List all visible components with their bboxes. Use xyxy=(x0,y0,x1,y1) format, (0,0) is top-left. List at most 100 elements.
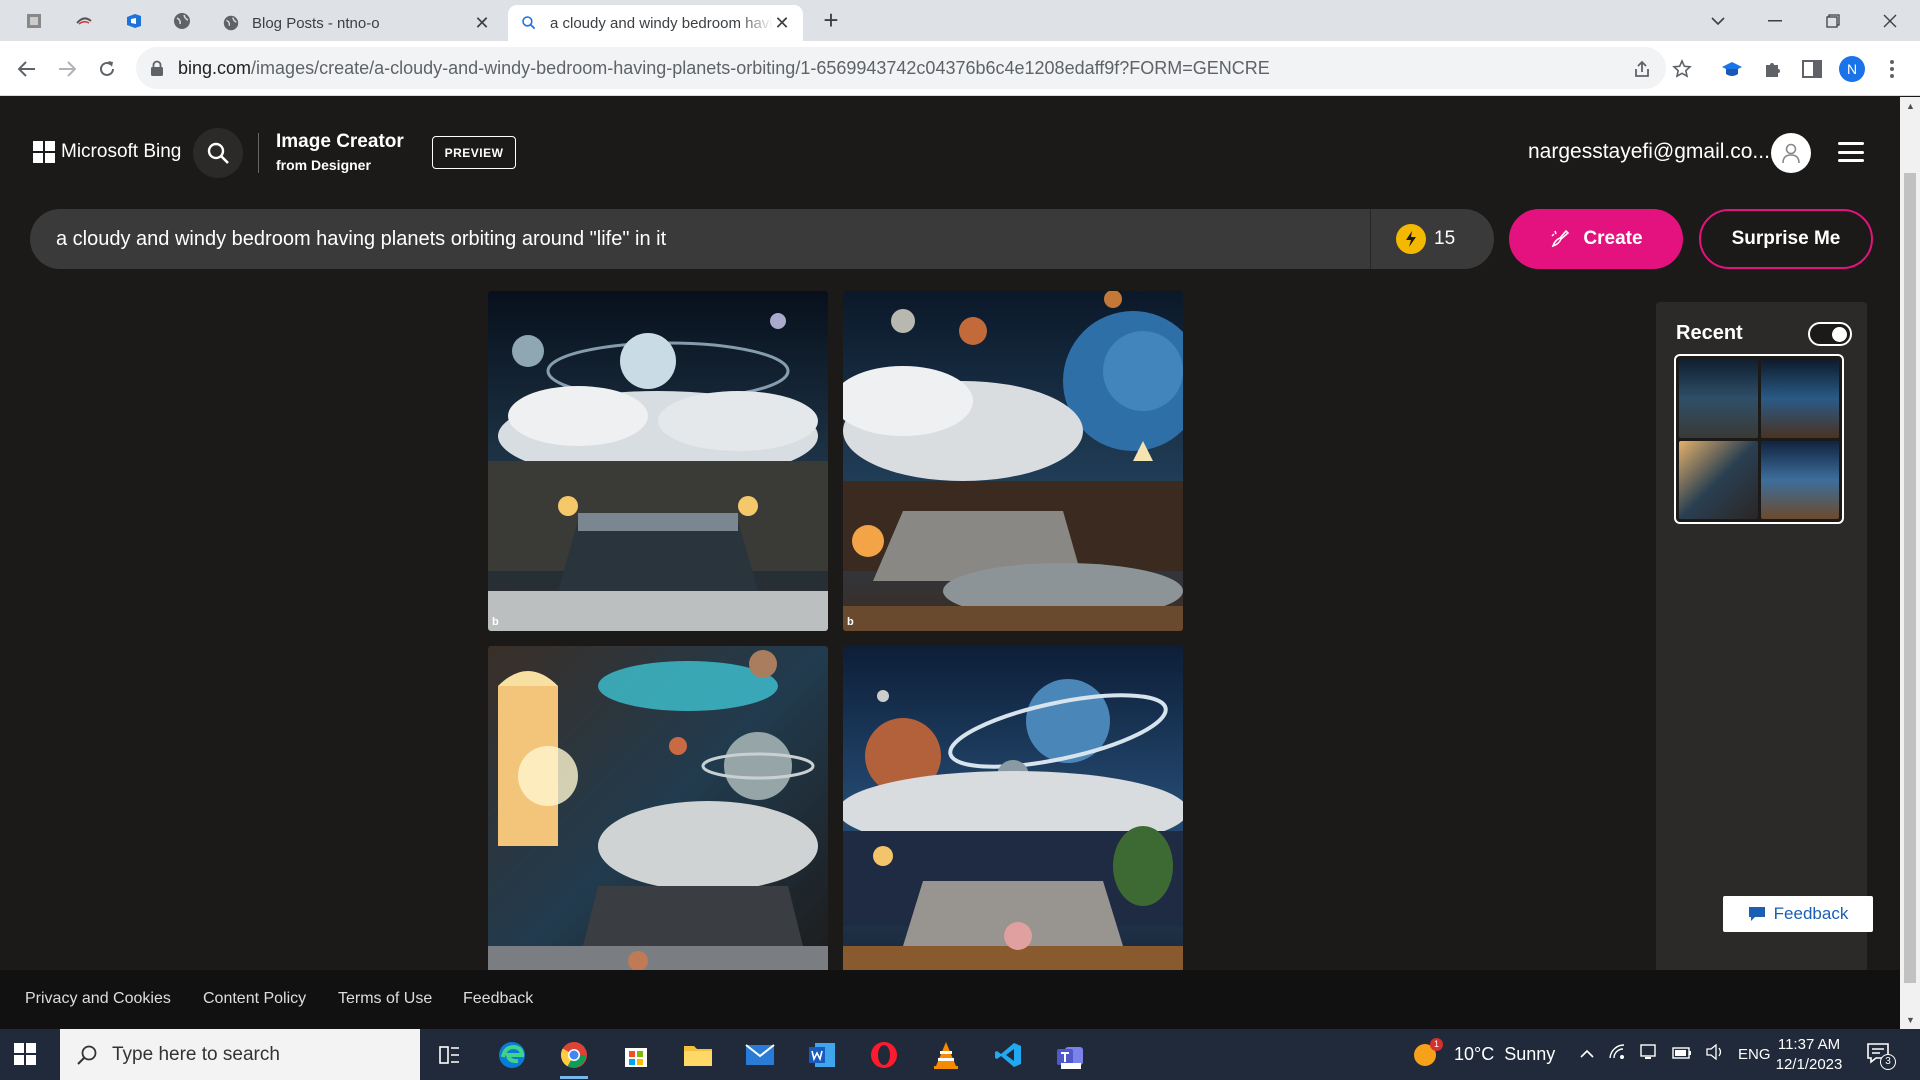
app-icon xyxy=(27,14,41,28)
chevron-up-icon[interactable] xyxy=(1580,1046,1594,1064)
pinned-tab-2[interactable] xyxy=(68,7,100,35)
search-button[interactable] xyxy=(193,128,243,178)
clock[interactable]: 11:37 AM 12/1/2023 xyxy=(1774,1029,1844,1080)
back-button[interactable] xyxy=(13,55,41,83)
tab-blog-posts[interactable]: Blog Posts - ntno-o ✕ xyxy=(210,5,503,41)
file-explorer-icon[interactable] xyxy=(676,1035,720,1075)
tab-title: Blog Posts - ntno-o xyxy=(252,14,380,32)
chat-bubble-icon xyxy=(1748,907,1765,921)
result-image-1[interactable]: b xyxy=(488,291,828,631)
search-icon xyxy=(520,14,538,32)
result-image-4[interactable]: b xyxy=(843,646,1183,986)
volume-icon[interactable] xyxy=(1706,1043,1724,1065)
clock-time: 11:37 AM xyxy=(1777,1035,1841,1053)
thumb-4 xyxy=(1760,440,1839,519)
microsoft-logo-icon[interactable] xyxy=(33,141,55,163)
pinned-tab-4[interactable] xyxy=(166,7,198,35)
boost-count: 15 xyxy=(1434,228,1456,249)
scroll-up-icon[interactable]: ▲ xyxy=(1906,101,1915,111)
prompt-input[interactable]: a cloudy and windy bedroom having planet… xyxy=(30,209,1494,269)
teams-icon[interactable] xyxy=(1048,1035,1092,1075)
create-label: Create xyxy=(1583,228,1643,249)
vscode-icon[interactable] xyxy=(986,1035,1030,1075)
footer-link-terms[interactable]: Terms of Use xyxy=(338,990,432,1008)
notification-count: 3 xyxy=(1880,1053,1896,1070)
watermark: b xyxy=(847,616,854,628)
weather-widget[interactable]: 1 10°C Sunny xyxy=(1412,1029,1555,1080)
clock-date: 12/1/2023 xyxy=(1775,1055,1843,1073)
system-tray: ENG xyxy=(1580,1029,1771,1080)
profile-avatar[interactable]: N xyxy=(1839,56,1865,82)
task-view-icon[interactable] xyxy=(428,1035,472,1075)
thumb-1 xyxy=(1679,359,1758,438)
vlc-icon[interactable] xyxy=(924,1035,968,1075)
footer-link-content-policy[interactable]: Content Policy xyxy=(203,990,306,1008)
opera-icon[interactable] xyxy=(862,1035,906,1075)
windows-start-icon[interactable] xyxy=(14,1043,36,1065)
pinned-tab-1[interactable] xyxy=(18,7,50,35)
taskbar-search[interactable]: Type here to search xyxy=(60,1029,420,1080)
prompt-text[interactable]: a cloudy and windy bedroom having planet… xyxy=(56,209,666,269)
tab-search-icon[interactable] xyxy=(1695,0,1741,41)
forward-button[interactable] xyxy=(53,55,81,83)
mail-icon[interactable] xyxy=(738,1035,782,1075)
weather-temperature: 10°C xyxy=(1454,1044,1495,1064)
close-tab-icon[interactable]: ✕ xyxy=(773,14,791,32)
address-bar[interactable]: bing.com/images/create/a-cloudy-and-wind… xyxy=(136,47,1666,89)
scrollbar-thumb[interactable] xyxy=(1904,173,1916,983)
microsoft-store-icon[interactable] xyxy=(614,1035,658,1075)
thumb-2 xyxy=(1760,359,1839,438)
language-indicator[interactable]: ENG xyxy=(1738,1046,1771,1063)
account-email[interactable]: nargesstayefi@gmail.co... xyxy=(1528,140,1770,164)
pinned-tab-3[interactable] xyxy=(118,7,150,35)
bedroom-window-planets-image xyxy=(488,646,828,986)
azure-devops-icon xyxy=(127,14,141,28)
feedback-button[interactable]: Feedback xyxy=(1723,896,1873,932)
battery-icon[interactable] xyxy=(1672,1046,1692,1064)
extensions-puzzle-icon[interactable] xyxy=(1760,57,1784,81)
recent-toggle[interactable] xyxy=(1808,322,1852,346)
share-icon[interactable] xyxy=(1630,57,1654,81)
result-image-3[interactable]: b xyxy=(488,646,828,986)
bedroom-ringed-earth-image xyxy=(843,646,1183,986)
network-monitor-icon[interactable] xyxy=(1640,1044,1658,1065)
reload-button[interactable] xyxy=(93,55,121,83)
recent-thumbnail[interactable] xyxy=(1674,354,1844,524)
boost-lightning-icon[interactable] xyxy=(1396,224,1426,254)
close-window-button[interactable] xyxy=(1867,0,1913,41)
close-tab-icon[interactable]: ✕ xyxy=(473,14,491,32)
minimize-button[interactable] xyxy=(1752,0,1798,41)
page-title[interactable]: Image Creator xyxy=(276,131,404,153)
page-scrollbar[interactable]: ▲ ▼ xyxy=(1900,97,1920,1029)
tab-image-creator[interactable]: a cloudy and windy bedroom having planet… xyxy=(508,5,803,41)
notification-center[interactable]: 3 xyxy=(1866,1029,1896,1080)
divider xyxy=(1370,209,1371,269)
swirl-icon xyxy=(76,17,92,25)
windows-taskbar: Type here to search 1 10°C Sunny ENG 11:… xyxy=(0,1029,1920,1080)
side-panel-icon[interactable] xyxy=(1800,57,1824,81)
create-button[interactable]: Create xyxy=(1509,209,1683,269)
restore-button[interactable] xyxy=(1810,0,1856,41)
new-tab-button[interactable]: + xyxy=(818,7,844,34)
footer-link-privacy[interactable]: Privacy and Cookies xyxy=(25,990,171,1008)
chrome-browser-icon[interactable] xyxy=(552,1035,596,1079)
hamburger-menu-icon[interactable] xyxy=(1838,142,1864,162)
bedroom-blue-planet-image xyxy=(843,291,1183,631)
user-avatar[interactable] xyxy=(1771,133,1811,173)
watermark: b xyxy=(492,616,499,628)
edge-browser-icon[interactable] xyxy=(490,1035,534,1075)
bookmark-star-icon[interactable] xyxy=(1670,57,1694,81)
more-menu-icon[interactable] xyxy=(1880,57,1904,81)
surprise-me-button[interactable]: Surprise Me xyxy=(1699,209,1873,269)
divider xyxy=(258,133,259,173)
browser-tab-strip: Blog Posts - ntno-o ✕ a cloudy and windy… xyxy=(0,0,1920,41)
person-icon xyxy=(1782,143,1800,164)
word-icon[interactable] xyxy=(800,1035,844,1075)
footer-link-feedback[interactable]: Feedback xyxy=(463,990,533,1008)
scroll-down-icon[interactable]: ▼ xyxy=(1906,1015,1915,1025)
wifi-icon[interactable] xyxy=(1608,1044,1626,1065)
site-header: Microsoft Bing Image Creator from Design… xyxy=(0,97,1900,209)
extension-graduation-icon[interactable] xyxy=(1720,57,1744,81)
result-image-2[interactable]: b xyxy=(843,291,1183,631)
brand-name[interactable]: Microsoft Bing xyxy=(61,141,181,163)
